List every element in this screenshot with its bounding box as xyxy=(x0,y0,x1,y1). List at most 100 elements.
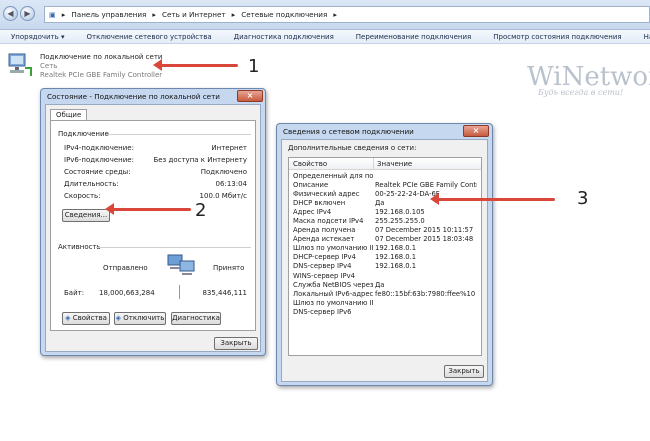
ipv6-value: Без доступа к Интернету xyxy=(153,156,247,164)
network-adapter-icon[interactable] xyxy=(7,52,33,78)
diagnostics-button[interactable]: Диагностика xyxy=(171,312,221,325)
media-value: Подключено xyxy=(200,168,247,176)
details-window-title: Сведения о сетевом подключении xyxy=(283,127,414,136)
value-cell: 192.168.0.1 xyxy=(375,244,417,253)
details-close-button[interactable]: Закрыть xyxy=(444,365,484,378)
ipv6-label: IPv6-подключение: xyxy=(64,156,134,164)
chevron-right-icon: ▸ xyxy=(152,10,156,19)
shield-icon: ◈ xyxy=(65,314,71,322)
settings-button[interactable]: Настройка параметров xyxy=(633,33,650,41)
arrow-head-icon xyxy=(105,203,114,215)
property-cell: WINS-сервер IPv4 xyxy=(293,271,355,280)
value-cell: fe80::15bf:63b:7980:ffee%10 xyxy=(375,289,476,298)
section-connection: Подключение xyxy=(58,130,109,138)
diagnose-button[interactable]: Диагностика подключения xyxy=(223,33,345,41)
value-cell: 192.168.0.1 xyxy=(375,253,417,262)
property-cell: Аренда истекает xyxy=(293,235,355,244)
table-row[interactable]: Описание Realtek PCIe GBE Family Controll… xyxy=(291,180,477,189)
duration-label: Длительность: xyxy=(64,180,119,188)
value-cell: 00-25-22-24-DA-6F xyxy=(375,189,440,198)
speed-label: Скорость: xyxy=(64,192,101,200)
table-row[interactable]: WINS-сервер IPv4 xyxy=(291,271,477,280)
status-panel: Подключение IPv4-подключение: Интернет I… xyxy=(50,120,256,331)
close-icon[interactable]: × xyxy=(237,90,263,102)
details-button[interactable]: Сведения... xyxy=(62,209,110,222)
table-row[interactable]: Служба NetBIOS через... Да xyxy=(291,280,477,289)
breadcrumb-item[interactable]: Панель управления xyxy=(71,10,146,19)
media-label: Состояние среды: xyxy=(64,168,131,176)
status-close-button[interactable]: Закрыть xyxy=(214,337,258,350)
property-cell: Определенный для по... xyxy=(293,171,373,180)
value-cell: 07 December 2015 10:11:57 xyxy=(375,226,474,235)
tab-general[interactable]: Общие xyxy=(50,109,88,120)
details-header: Свойство Значение xyxy=(289,158,481,170)
status-window-title: Состояние - Подключение по локальной сет… xyxy=(47,92,220,101)
property-cell: Шлюз по умолчанию IP... xyxy=(293,298,373,307)
received-label: Принято xyxy=(213,264,245,272)
properties-button[interactable]: ◈ Свойства xyxy=(62,312,110,325)
forward-icon[interactable]: ▶ xyxy=(20,6,35,21)
value-cell xyxy=(373,171,477,180)
table-row[interactable]: Адрес IPv4 192.168.0.105 xyxy=(291,207,477,216)
close-icon[interactable]: × xyxy=(463,125,489,137)
property-cell: Маска подсети IPv4 xyxy=(293,217,364,226)
ipv4-label: IPv4-подключение: xyxy=(64,144,134,152)
table-row[interactable]: DNS-сервер IPv6 xyxy=(291,307,477,316)
duration-value: 06:13:04 xyxy=(215,180,247,188)
details-list[interactable]: Свойство Значение Определенный для по...… xyxy=(288,157,482,356)
sent-label: Отправлено xyxy=(103,264,148,272)
value-cell: 07 December 2015 18:03:48 xyxy=(375,235,474,244)
chevron-right-icon: ▸ xyxy=(231,10,236,19)
property-cell: Описание xyxy=(293,180,329,189)
property-cell: Служба NetBIOS через... xyxy=(293,280,373,289)
table-row[interactable]: Определенный для по... xyxy=(291,171,477,180)
annotation-arrow-3 xyxy=(437,198,555,201)
property-cell: Адрес IPv4 xyxy=(293,207,332,216)
breadcrumb-item[interactable]: Сетевые подключения xyxy=(241,10,327,19)
chevron-right-icon: ▸ xyxy=(333,10,337,19)
rename-button[interactable]: Переименование подключения xyxy=(345,33,482,41)
breadcrumb-item[interactable]: Сеть и Интернет xyxy=(162,10,226,19)
property-cell: DHCP включен xyxy=(293,198,346,207)
adapter-name: Подключение по локальной сети xyxy=(40,53,163,61)
col-property[interactable]: Свойство xyxy=(293,160,327,168)
property-cell: Шлюз по умолчанию IP... xyxy=(293,244,373,253)
annotation-arrow-1 xyxy=(160,64,238,67)
annotation-arrow-2 xyxy=(112,208,191,211)
col-value[interactable]: Значение xyxy=(377,160,412,168)
view-status-button[interactable]: Просмотр состояния подключения xyxy=(482,33,632,41)
status-window: Состояние - Подключение по локальной сет… xyxy=(40,88,266,356)
back-icon[interactable]: ◀ xyxy=(3,6,18,21)
table-row[interactable]: DNS-сервер IPv4 192.168.0.1 xyxy=(291,262,477,271)
table-row[interactable]: Физический адрес 00-25-22-24-DA-6F xyxy=(291,189,477,198)
annotation-number-1: 1 xyxy=(248,56,260,77)
table-row[interactable]: Шлюз по умолчанию IP... 192.168.0.1 xyxy=(291,244,477,253)
table-row[interactable]: Маска подсети IPv4 255.255.255.0 xyxy=(291,216,477,225)
table-row[interactable]: Аренда получена 07 December 2015 10:11:57 xyxy=(291,226,477,235)
disable-button[interactable]: ◈ Отключить xyxy=(114,312,166,325)
speed-value: 100.0 Мбит/с xyxy=(199,192,247,200)
shield-icon: ◈ xyxy=(115,314,122,322)
value-cell xyxy=(373,271,477,280)
property-cell: Физический адрес xyxy=(293,189,360,198)
table-row[interactable]: DHCP-сервер IPv4 192.168.0.1 xyxy=(291,253,477,262)
command-bar: Упорядочить ▾ Отключение сетевого устрой… xyxy=(0,30,650,44)
table-row[interactable]: Локальный IPv6-адрес... fe80::15bf:63b:79… xyxy=(291,289,477,298)
breadcrumb[interactable]: ▣ ▸ Панель управления ▸ Сеть и Интернет … xyxy=(44,6,650,23)
table-row[interactable]: Аренда истекает 07 December 2015 18:03:48 xyxy=(291,235,477,244)
value-cell: Да xyxy=(375,280,385,289)
property-cell: Аренда получена xyxy=(293,226,356,235)
organize-menu[interactable]: Упорядочить ▾ xyxy=(0,33,76,41)
adapter-item[interactable]: Подключение по локальной сети Сеть Realt… xyxy=(40,53,162,80)
details-window-body: Дополнительные сведения о сети: Свойство… xyxy=(281,139,488,382)
annotation-number-2: 2 xyxy=(195,200,207,221)
adapter-device: Realtek PCIe GBE Family Controller xyxy=(40,71,163,79)
table-row[interactable]: Шлюз по умолчанию IP... xyxy=(291,298,477,307)
ipv4-value: Интернет xyxy=(211,144,247,152)
value-cell: 192.168.0.1 xyxy=(375,262,417,271)
value-cell: Realtek PCIe GBE Family Controller xyxy=(375,180,477,189)
disable-device-button[interactable]: Отключение сетевого устройства xyxy=(76,33,223,41)
property-cell: DNS-сервер IPv4 xyxy=(293,262,352,271)
bytes-label: Байт: xyxy=(64,289,85,297)
address-bar: ◀ ▶ ▣ ▸ Панель управления ▸ Сеть и Интер… xyxy=(0,0,650,30)
